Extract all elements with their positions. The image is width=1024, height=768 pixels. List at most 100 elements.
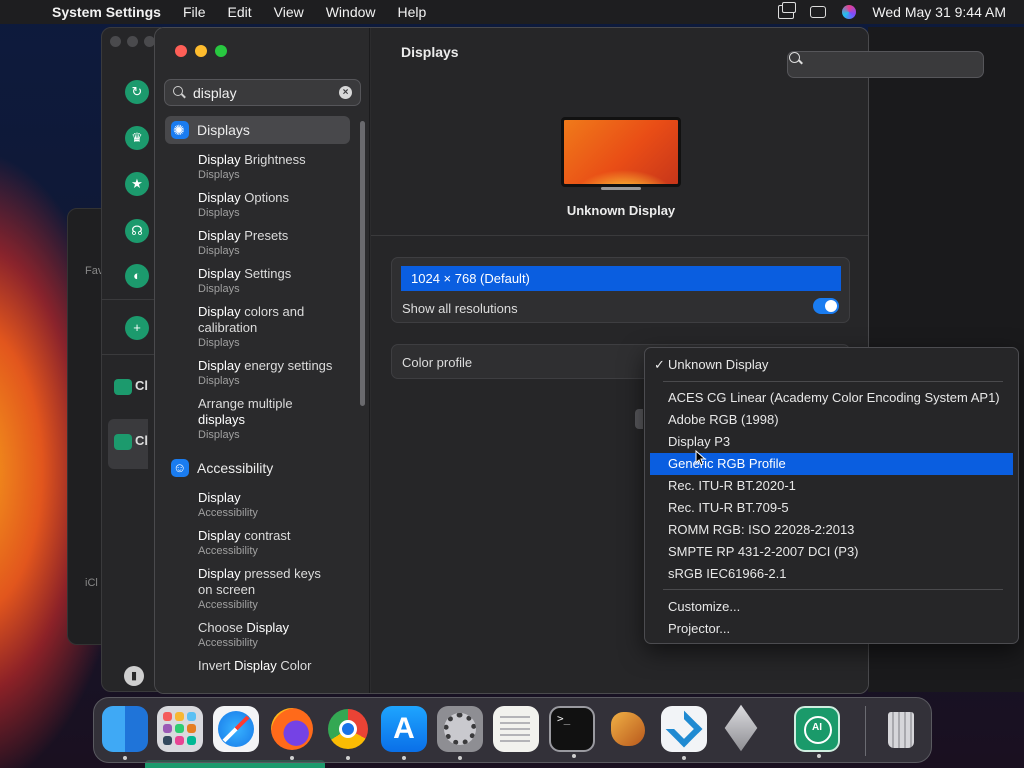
result-title: Display Settings <box>198 266 292 281</box>
add-icon[interactable]: + <box>125 316 149 340</box>
result-subtitle: Displays <box>198 337 240 349</box>
refresh-icon[interactable]: ↻ <box>125 80 149 104</box>
menu-option-customize[interactable]: Customize... <box>650 596 1013 618</box>
result-title: Display colors and calibration <box>198 304 305 335</box>
chat-bubble-icon <box>114 378 132 395</box>
result-title: Invert Display Color <box>198 658 312 673</box>
search-result-item[interactable]: Display colors and calibration Displays <box>155 304 360 350</box>
menu-option-color-profile[interactable]: Adobe RGB (1998) <box>650 409 1013 431</box>
star-icon[interactable]: ★ <box>125 172 149 196</box>
background-text: iCl <box>85 577 98 589</box>
menu-separator <box>663 589 1003 590</box>
search-results: Displays Display BrightnessDisplaysDispl… <box>155 116 360 674</box>
resolution-option-selected[interactable]: 1024 × 768 (Default) <box>401 266 841 291</box>
sidebar-scrollbar[interactable] <box>360 121 365 406</box>
divider <box>371 235 868 236</box>
result-subtitle: Accessibility <box>198 637 258 649</box>
result-title: Display Brightness <box>198 152 306 167</box>
monitor-preview[interactable] <box>561 117 681 187</box>
compass-icon[interactable]: ◐ <box>125 264 149 288</box>
trash-icon[interactable] <box>878 706 924 752</box>
vscode-icon[interactable] <box>661 706 707 760</box>
clear-search-icon[interactable]: × <box>339 86 352 99</box>
search-icon <box>173 85 187 100</box>
window-controls <box>175 45 227 57</box>
finder-icon[interactable] <box>102 706 148 760</box>
menu-option-projector[interactable]: Projector... <box>650 618 1013 640</box>
background-app-window: ↻ ♛ ★ ☊ ◐ + Cl Cl ▮ <box>101 27 161 692</box>
result-category-displays[interactable]: Displays <box>165 116 350 144</box>
search-result-item[interactable]: Display Options Displays <box>155 190 360 220</box>
menu-window[interactable]: Window <box>326 4 376 20</box>
menu-option-color-profile[interactable]: SMPTE RP 431-2-2007 DCI (P3) <box>650 541 1013 563</box>
close-button[interactable] <box>175 45 187 57</box>
result-subtitle: Displays <box>198 429 240 441</box>
textedit-icon[interactable] <box>493 706 539 752</box>
launchpad-icon[interactable] <box>157 706 203 752</box>
menu-edit[interactable]: Edit <box>228 4 252 20</box>
chrome-icon[interactable] <box>325 706 371 760</box>
result-title: Display pressed keys on screen <box>198 566 321 597</box>
monitor-name: Unknown Display <box>566 203 676 218</box>
menu-option-unknown-display[interactable]: ✓ Unknown Display <box>650 354 1013 376</box>
result-category-accessibility[interactable]: Accessibility <box>165 454 350 482</box>
crown-icon[interactable]: ♛ <box>125 126 149 150</box>
system-settings-icon[interactable] <box>437 706 483 760</box>
search-result-item[interactable]: Display energy settings Displays <box>155 358 360 388</box>
minimize-button[interactable] <box>195 45 207 57</box>
garageband-icon[interactable] <box>605 706 651 752</box>
safari-icon[interactable] <box>213 706 259 752</box>
menu-option-color-profile[interactable]: ACES CG Linear (Academy Color Encoding S… <box>650 387 1013 409</box>
trash-icon[interactable]: ▮ <box>124 666 144 686</box>
divider <box>102 299 154 300</box>
result-subtitle: Displays <box>198 169 240 181</box>
search-result-item[interactable]: Display Presets Displays <box>155 228 360 258</box>
result-title: Display <box>198 490 241 505</box>
search-result-item[interactable]: Display contrast Accessibility <box>155 528 360 558</box>
search-result-item[interactable]: Display pressed keys on screen Accessibil… <box>155 566 360 612</box>
search-result-item[interactable]: Display Settings Displays <box>155 266 360 296</box>
menu-option-color-profile[interactable]: ROMM RGB: ISO 22028-2:2013 <box>650 519 1013 541</box>
terminal-icon[interactable]: >_ <box>549 706 595 758</box>
search-result-item[interactable]: Display Accessibility <box>155 490 360 520</box>
menu-file[interactable]: File <box>183 4 206 20</box>
menu-clock[interactable]: Wed May 31 9:44 AM <box>872 4 1006 20</box>
firefox-icon[interactable] <box>269 706 315 760</box>
result-title: Display contrast <box>198 528 291 543</box>
result-title: Display Options <box>198 190 290 205</box>
menu-option-color-profile[interactable]: Rec. ITU-R BT.2020-1 <box>650 475 1013 497</box>
menu-help[interactable]: Help <box>398 4 427 20</box>
chat-item[interactable]: Cl <box>114 378 154 404</box>
spotlight-search-icon[interactable] <box>787 51 985 78</box>
search-field[interactable]: × <box>164 79 361 106</box>
show-all-resolutions-toggle[interactable] <box>813 298 839 314</box>
divider <box>102 354 154 355</box>
search-result-item[interactable]: Invert Display Color <box>155 658 360 674</box>
control-center-icon[interactable] <box>810 6 827 18</box>
search-input[interactable] <box>193 84 333 101</box>
installer-icon[interactable] <box>717 704 763 752</box>
result-subtitle: Displays <box>198 283 240 295</box>
page-title: Displays <box>401 44 459 60</box>
app-store-icon[interactable]: A <box>381 706 427 760</box>
partially-hidden-button[interactable] <box>635 409 643 429</box>
screen-mirroring-icon[interactable] <box>778 2 797 19</box>
search-result-item[interactable]: Choose Display Accessibility <box>155 620 360 650</box>
menu-option-color-profile[interactable]: sRGB IEC61966-2.1 <box>650 563 1013 585</box>
displays-icon <box>171 121 189 139</box>
search-result-item[interactable]: Display Brightness Displays <box>155 152 360 182</box>
menu-app-name[interactable]: System Settings <box>52 4 161 20</box>
menu-view[interactable]: View <box>274 4 304 20</box>
search-result-item[interactable]: Arrange multiple displays Displays <box>155 396 360 442</box>
zoom-button[interactable] <box>215 45 227 57</box>
headset-icon[interactable]: ☊ <box>125 219 149 243</box>
resolution-group: 1024 × 768 (Default) Show all resolution… <box>391 257 850 323</box>
category-label: Accessibility <box>197 460 274 476</box>
ai-atom-app-icon[interactable]: AI <box>794 706 840 758</box>
result-title: Display Presets <box>198 228 289 243</box>
chat-item-selected[interactable]: Cl <box>108 419 148 469</box>
result-subtitle: Displays <box>198 245 240 257</box>
menu-option-color-profile[interactable]: Rec. ITU-R BT.709-5 <box>650 497 1013 519</box>
siri-icon[interactable] <box>842 5 857 19</box>
color-profile-menu: ✓ Unknown Display ACES CG Linear (Academ… <box>644 347 1019 644</box>
